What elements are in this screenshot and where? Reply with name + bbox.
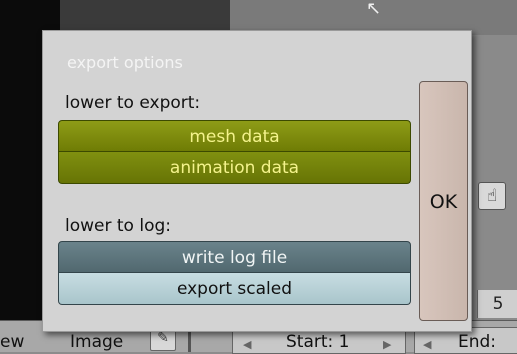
hand-icon[interactable]: ☝ — [478, 182, 506, 210]
export-section-label: lower to export: — [65, 93, 201, 113]
export-scaled-toggle[interactable]: export scaled — [58, 273, 411, 305]
decrement-arrow-icon[interactable]: ◀ — [243, 338, 251, 351]
view-menu[interactable]: ew — [0, 332, 24, 352]
end-frame-label: End: — [458, 332, 497, 352]
ok-button[interactable]: OK — [419, 81, 468, 321]
write-log-file-toggle[interactable]: write log file — [58, 241, 411, 273]
mouse-cursor-icon: ↖ — [366, 0, 382, 19]
increment-arrow-icon[interactable]: ▶ — [383, 338, 391, 351]
right-panel — [470, 35, 517, 320]
decrement-arrow-icon[interactable]: ◀ — [423, 338, 431, 351]
frame-number[interactable]: 5 — [477, 290, 517, 318]
popup-title: export options — [67, 53, 183, 72]
image-menu[interactable]: Image — [70, 332, 123, 352]
start-frame-label: Start: 1 — [286, 332, 350, 352]
export-options-popup: export options lower to export: mesh dat… — [42, 30, 472, 332]
animation-data-toggle[interactable]: animation data — [58, 152, 411, 184]
log-section-label: lower to log: — [65, 216, 171, 236]
mesh-data-toggle[interactable]: mesh data — [58, 120, 411, 152]
